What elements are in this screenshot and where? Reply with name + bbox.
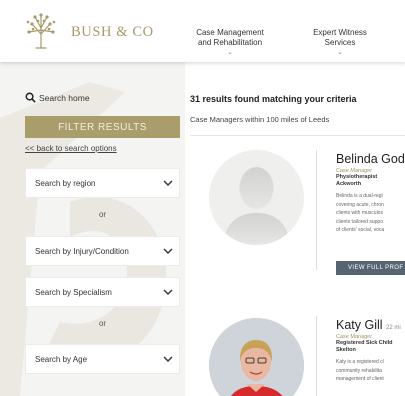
name-text: Katy Gill [336, 318, 383, 332]
consultant-bio: Katy is a registered cl community rehabi… [336, 358, 405, 384]
bio-line: of clients' social, voca [336, 227, 385, 233]
bio-line: clients tailored suppo [336, 218, 383, 225]
select-label: Search by region [35, 178, 96, 188]
region-select[interactable]: Search by region [25, 168, 180, 198]
consultant-specialism: Registered Sick Child [336, 340, 393, 346]
age-select[interactable]: Search by Age [25, 344, 180, 374]
search-home-label: Search home [39, 92, 90, 103]
nav-label-line1: Expert Witness [313, 28, 367, 37]
chevron-down-icon: ⌄ [337, 49, 343, 56]
consultant-location: Ackworth [336, 181, 362, 187]
consultant-specialism: Physiotherapist [336, 174, 378, 180]
result-card: Belinda God Case Manager Physiotherapist… [336, 152, 405, 235]
filter-results-button[interactable]: FILTER RESULTS [25, 116, 180, 138]
tree-logo-icon[interactable] [24, 12, 58, 50]
search-icon [25, 92, 36, 103]
result-card: Katy Gill 22 mi Case Manager Registered … [336, 318, 405, 384]
chevron-down-icon: ⌄ [227, 49, 233, 56]
bio-line: covering acute, chron [336, 201, 384, 208]
consultant-name[interactable]: Katy Gill 22 mi [336, 318, 405, 332]
card-divider [316, 150, 317, 270]
nav-label-line2: Services [324, 37, 356, 47]
nav-expert-witness[interactable]: Expert Witness Services ⌄ [300, 28, 380, 58]
specialism-select[interactable]: Search by Specialism [25, 277, 180, 307]
injury-condition-select[interactable]: Search by Injury/Condition [25, 236, 180, 266]
view-full-profile-button[interactable]: VIEW FULL PROF [336, 261, 405, 275]
site-header: BUSH & CO Case Management and Rehabilita… [0, 0, 405, 62]
consultant-bio: Belinda is a dual-regi covering acute, c… [336, 192, 405, 235]
nav-label-line2: and Rehabilitation [197, 37, 263, 47]
brand-name[interactable]: BUSH & CO [71, 24, 154, 41]
distance-badge: 22 mi [386, 325, 401, 331]
nav-label-line1: Case Management [196, 28, 264, 37]
results-divider [190, 135, 405, 136]
or-separator: or [98, 319, 107, 328]
consultant-name[interactable]: Belinda God [336, 152, 405, 166]
avatar-placeholder[interactable] [209, 150, 304, 245]
select-label: Search by Injury/Condition [35, 246, 129, 256]
chevron-down-icon [163, 180, 173, 186]
or-separator: or [98, 210, 107, 219]
results-subtitle: Case Managers within 100 miles of Leeds [190, 115, 330, 124]
consultant-location: Skelton [336, 347, 356, 353]
bio-line: Belinda is a dual-regi [336, 193, 383, 199]
chevron-down-icon [163, 356, 173, 362]
search-home-link[interactable]: Search home [25, 92, 90, 103]
card-divider [316, 316, 317, 396]
back-to-search-link[interactable]: << back to search options [25, 144, 117, 153]
chevron-down-icon [163, 289, 173, 295]
bio-line: clients with musculos [336, 210, 383, 216]
bio-line: community rehabilita [336, 367, 382, 374]
select-label: Search by Age [35, 354, 88, 364]
results-count: 31 results found matching your criteria [190, 94, 357, 104]
nav-case-management[interactable]: Case Management and Rehabilitation ⌄ [190, 28, 270, 58]
person-silhouette-icon [223, 167, 290, 245]
bio-line: Katy is a registered cl [336, 359, 384, 365]
bio-line: management of client [336, 376, 384, 382]
select-label: Search by Specialism [35, 287, 112, 297]
chevron-down-icon [163, 248, 173, 254]
